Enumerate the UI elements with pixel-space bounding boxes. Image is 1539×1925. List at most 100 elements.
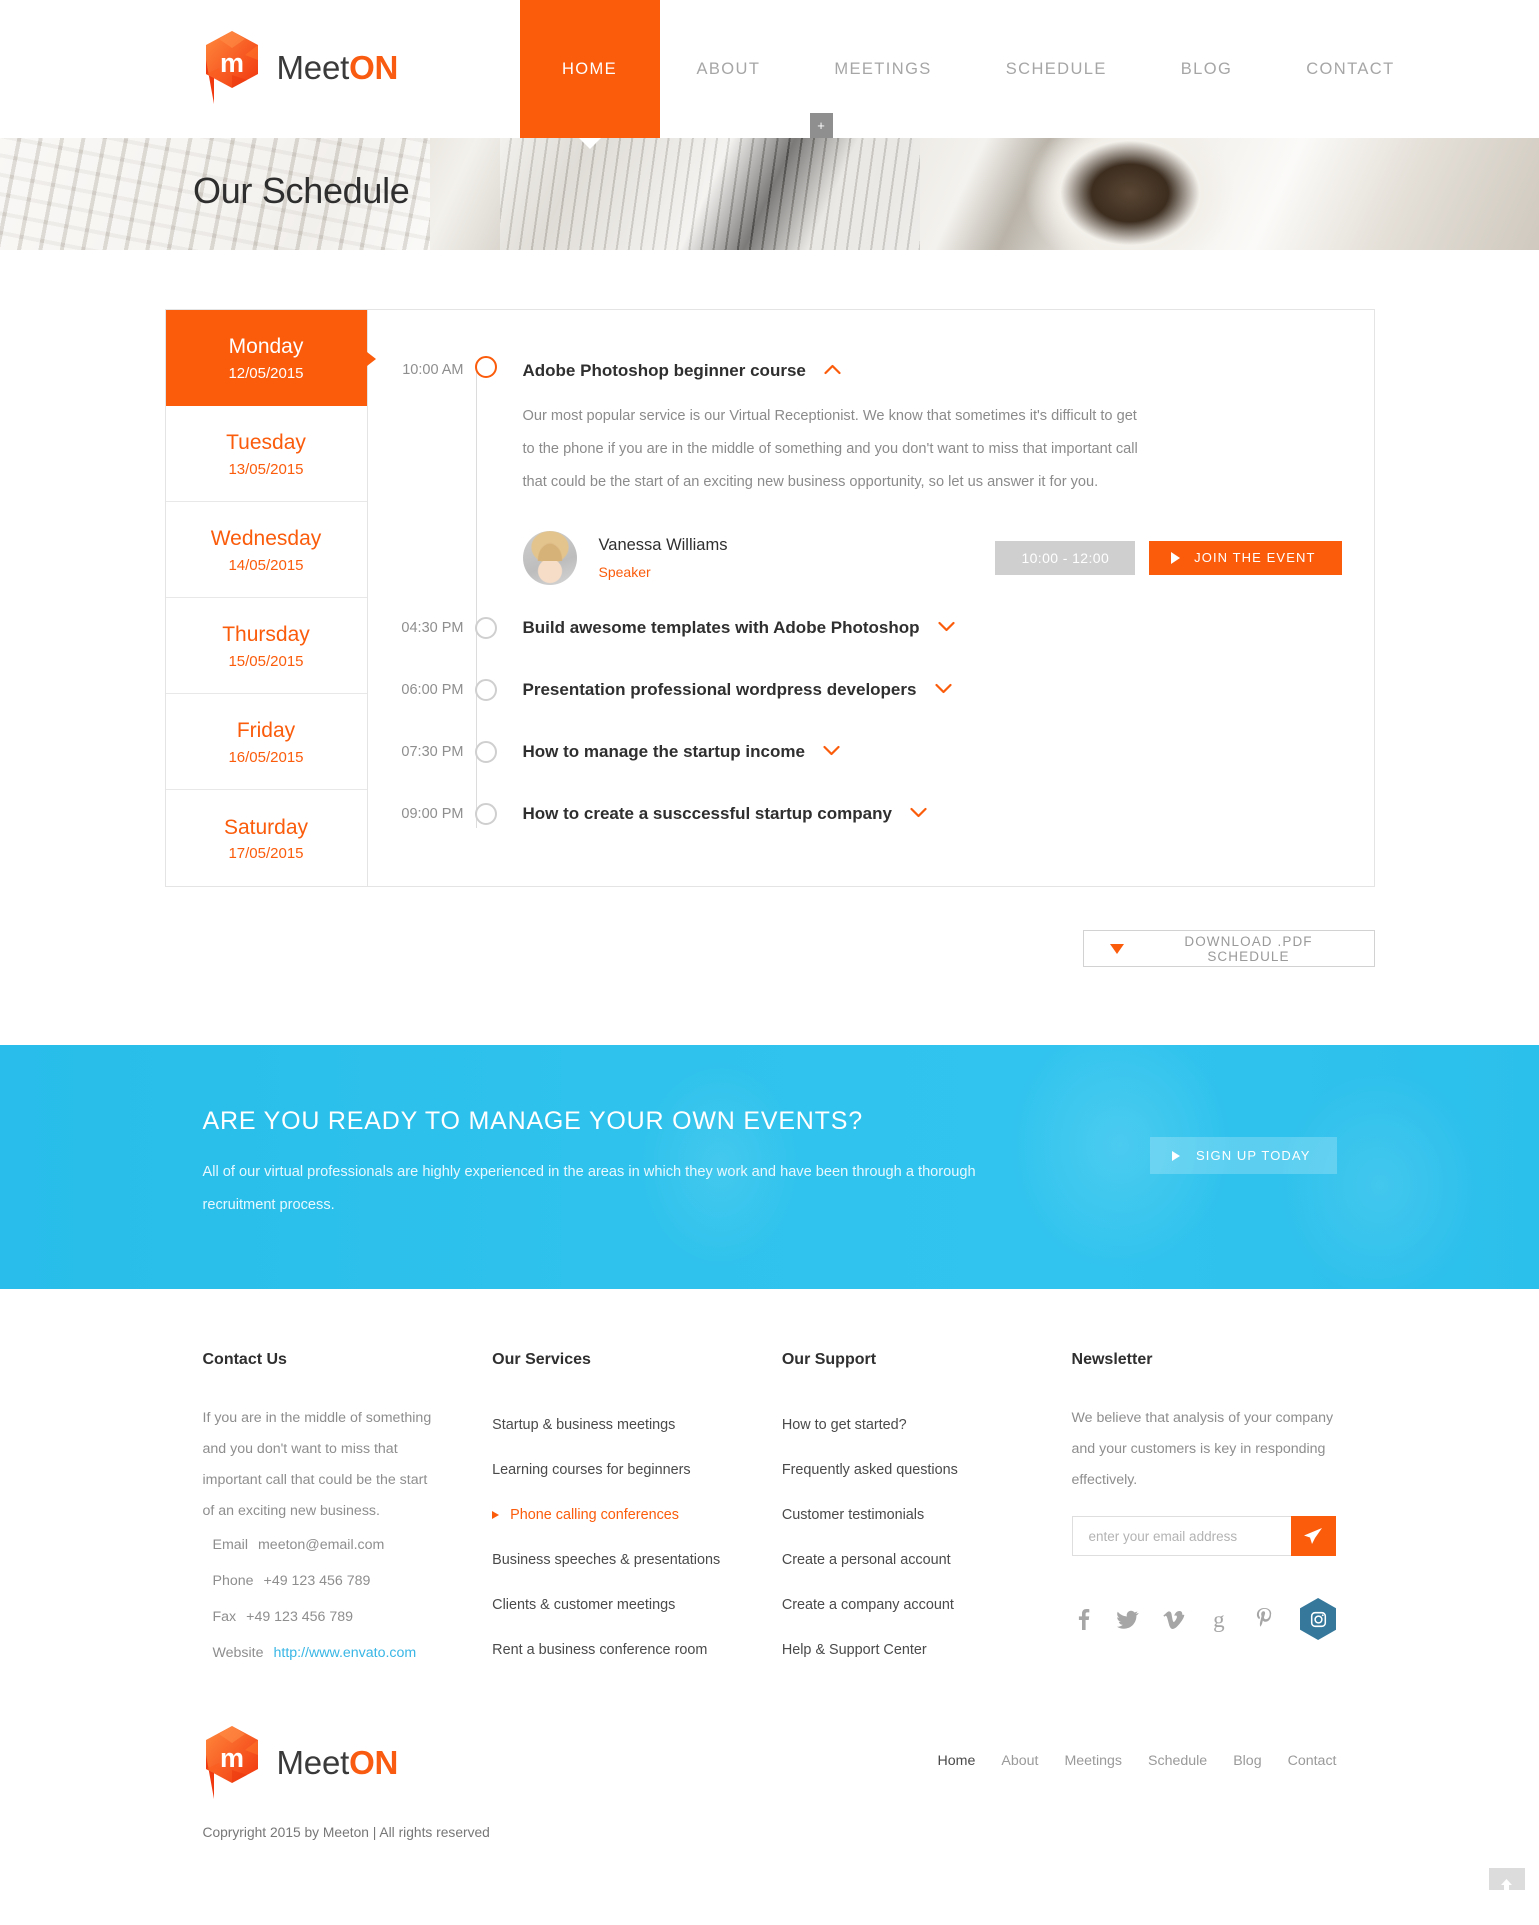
event-time-badge: 10:00 - 12:00	[995, 541, 1136, 575]
footer-navigation: Home About Meetings Schedule Blog Contac…	[938, 1753, 1337, 1773]
footer-link-services-0[interactable]: Startup & business meetings	[492, 1403, 727, 1448]
day-name: Tuesday	[226, 431, 306, 455]
hero-banner: Our Schedule	[0, 138, 1539, 250]
footer-phone-row: Phone +49 123 456 789	[203, 1563, 438, 1599]
event-title[interactable]: Presentation professional wordpress deve…	[523, 681, 917, 698]
website-link[interactable]: http://www.envato.com	[274, 1645, 417, 1661]
nav-item-contact[interactable]: CONTACT	[1269, 0, 1431, 138]
event-time: 10:00 AM	[402, 362, 464, 378]
footer-contact-text: If you are in the middle of something an…	[202, 1410, 432, 1519]
footer-link-support-5[interactable]: Help & Support Center	[782, 1628, 1017, 1673]
facebook-icon[interactable]	[1072, 1607, 1095, 1631]
main-navigation: HOME ABOUT MEETINGS SCHEDULE BLOG CONTAC…	[519, 0, 1432, 149]
join-the-event-button[interactable]: JOIN THE EVENT	[1149, 541, 1342, 575]
footer-link-services-2[interactable]: Phone calling conferences	[492, 1493, 727, 1538]
download-button-label: DOWNLOAD .PDF SCHEDULE	[1184, 933, 1313, 964]
footer-heading-services: Our Services	[492, 1351, 591, 1368]
event-title[interactable]: Build awesome templates with Adobe Photo…	[523, 619, 920, 636]
footer-column-services: Our Services Startup & business meetings…	[492, 1351, 727, 1673]
event-timeline-dot[interactable]	[474, 617, 497, 639]
schedule-event-collapsed[interactable]: 09:00 PM How to create a susccessful sta…	[368, 783, 1374, 845]
day-name: Wednesday	[210, 527, 322, 551]
footer-nav-about[interactable]: About	[1001, 1753, 1038, 1769]
newsletter-submit-button[interactable]	[1290, 1516, 1336, 1556]
schedule-event-collapsed[interactable]: 04:30 PM Build awesome templates with Ad…	[368, 597, 1374, 659]
footer-link-services-3[interactable]: Business speeches & presentations	[492, 1538, 727, 1583]
speaker-name: Vanessa Williams	[598, 536, 728, 554]
event-title[interactable]: Adobe Photoshop beginner course	[523, 362, 806, 379]
page-root: m MeetON HOME ABOUT MEETINGS SCHEDULE BL…	[0, 0, 1539, 1890]
nav-item-blog[interactable]: BLOG	[1144, 0, 1269, 138]
event-time: 06:00 PM	[401, 682, 464, 698]
newsletter-email-input[interactable]	[1071, 1516, 1291, 1556]
footer-link-support-0[interactable]: How to get started?	[782, 1403, 1017, 1448]
footer-logo-wordmark: MeetON	[277, 1744, 399, 1782]
sign-up-today-button[interactable]: SIGN UP TODAY	[1150, 1137, 1337, 1174]
pinterest-icon[interactable]	[1252, 1607, 1275, 1631]
nav-item-schedule[interactable]: SCHEDULE	[969, 0, 1144, 138]
site-header: m MeetON HOME ABOUT MEETINGS SCHEDULE BL…	[0, 0, 1539, 149]
event-timeline-dot[interactable]	[474, 679, 497, 701]
chevron-up-icon[interactable]	[824, 363, 841, 379]
scroll-to-top-button[interactable]	[1488, 1868, 1525, 1890]
play-triangle-icon	[1171, 552, 1181, 564]
footer-nav-schedule[interactable]: Schedule	[1148, 1753, 1207, 1769]
schedule-day-thursday[interactable]: Thursday 15/05/2015	[165, 598, 367, 694]
day-name: Thursday	[222, 623, 310, 647]
schedule-event-collapsed[interactable]: 06:00 PM Presentation professional wordp…	[368, 659, 1374, 721]
day-name: Friday	[236, 719, 296, 743]
day-date: 13/05/2015	[228, 460, 304, 478]
day-date: 17/05/2015	[228, 845, 304, 863]
event-timeline-dot[interactable]	[474, 356, 497, 378]
event-timeline-dot[interactable]	[474, 803, 497, 825]
logo-name-bold: ON	[349, 1744, 399, 1781]
download-pdf-schedule-button[interactable]: DOWNLOAD .PDF SCHEDULE	[1082, 930, 1375, 967]
footer-nav-meetings[interactable]: Meetings	[1064, 1753, 1122, 1769]
schedule-event-collapsed[interactable]: 07:30 PM How to manage the startup incom…	[368, 721, 1374, 783]
nav-item-about[interactable]: ABOUT	[660, 0, 798, 138]
footer-link-support-1[interactable]: Frequently asked questions	[782, 1448, 1017, 1493]
schedule-day-monday[interactable]: Monday 12/05/2015	[165, 310, 376, 406]
chevron-down-icon[interactable]	[910, 806, 927, 822]
footer-logo[interactable]: m MeetON	[203, 1725, 399, 1801]
instagram-icon[interactable]	[1299, 1598, 1337, 1640]
event-timeline-dot[interactable]	[474, 741, 497, 763]
signup-button-label: SIGN UP TODAY	[1196, 1148, 1311, 1163]
download-arrow-icon	[1109, 943, 1124, 954]
fax-value: +49 123 456 789	[246, 1609, 354, 1625]
footer-link-services-5[interactable]: Rent a business conference room	[492, 1628, 727, 1673]
chevron-down-icon[interactable]	[935, 682, 952, 698]
meeton-hex-logo-icon: m	[203, 1725, 261, 1801]
download-row: DOWNLOAD .PDF SCHEDULE	[165, 930, 1375, 967]
footer-link-support-2[interactable]: Customer testimonials	[782, 1493, 1017, 1538]
schedule-day-saturday[interactable]: Saturday 17/05/2015	[166, 790, 367, 886]
chevron-down-icon[interactable]	[823, 744, 840, 760]
schedule-day-wednesday[interactable]: Wednesday 14/05/2015	[165, 502, 367, 598]
schedule-day-tuesday[interactable]: Tuesday 13/05/2015	[165, 406, 367, 502]
footer-column-newsletter: Newsletter We believe that analysis of y…	[1071, 1351, 1337, 1673]
footer-nav-home[interactable]: Home	[938, 1753, 976, 1769]
logo-name-light: Meet	[276, 1744, 350, 1781]
day-date: 16/05/2015	[228, 748, 304, 766]
footer-link-services-1[interactable]: Learning courses for beginners	[492, 1448, 727, 1493]
svg-text:m: m	[219, 48, 243, 78]
event-speaker-row: Vanessa Williams Speaker 10:00 - 12:00 J…	[522, 531, 1374, 595]
schedule-day-friday[interactable]: Friday 16/05/2015	[165, 694, 367, 790]
footer-link-support-3[interactable]: Create a personal account	[782, 1538, 1017, 1583]
site-logo[interactable]: m MeetON	[203, 30, 398, 106]
twitter-icon[interactable]	[1117, 1607, 1140, 1631]
page-title: Our Schedule	[193, 170, 410, 211]
vimeo-icon[interactable]	[1162, 1607, 1185, 1631]
event-title[interactable]: How to manage the startup income	[523, 743, 805, 760]
cta-banner: ARE YOU READY TO MANAGE YOUR OWN EVENTS?…	[0, 1045, 1539, 1289]
event-title[interactable]: How to create a susccessful startup comp…	[523, 805, 892, 822]
nav-item-home[interactable]: HOME	[519, 0, 660, 149]
footer-nav-blog[interactable]: Blog	[1233, 1753, 1261, 1769]
footer-nav-contact[interactable]: Contact	[1288, 1753, 1337, 1769]
chevron-down-icon[interactable]	[938, 620, 955, 636]
nav-expand-plus-icon[interactable]: +	[809, 113, 833, 138]
footer-link-services-4[interactable]: Clients & customer meetings	[492, 1583, 727, 1628]
website-label: Website	[212, 1645, 264, 1661]
event-time: 04:30 PM	[401, 620, 464, 636]
footer-link-support-4[interactable]: Create a company account	[782, 1583, 1017, 1628]
